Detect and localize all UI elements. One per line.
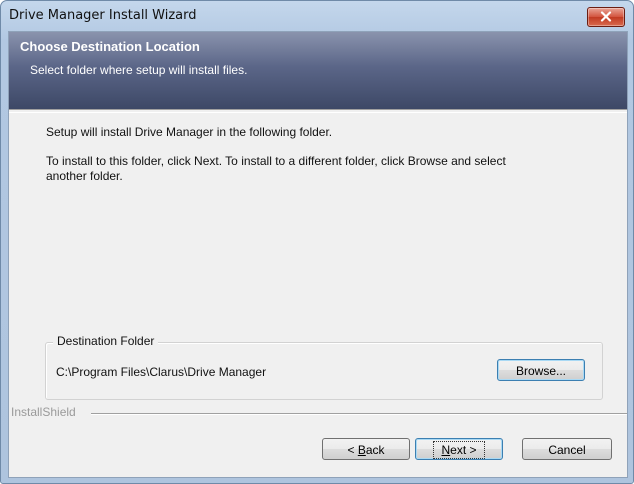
next-button[interactable]: Next > xyxy=(415,438,503,460)
back-prefix: < xyxy=(347,443,358,457)
instruction-text-line2: another folder. xyxy=(46,169,123,183)
browse-button[interactable]: Browse... xyxy=(497,359,585,381)
installshield-brand-row: InstallShield xyxy=(9,405,627,419)
header-subtitle: Select folder where setup will install f… xyxy=(30,63,248,77)
destination-folder-label: Destination Folder xyxy=(53,334,159,348)
close-button[interactable] xyxy=(587,7,625,27)
next-rest: ext > xyxy=(450,443,477,457)
back-rest: ack xyxy=(365,443,385,457)
back-mnemonic: B xyxy=(357,443,366,457)
destination-path: C:\Program Files\Clarus\Drive Manager xyxy=(56,365,267,379)
header-title: Choose Destination Location xyxy=(20,39,200,54)
installshield-brand: InstallShield xyxy=(11,405,76,419)
brand-divider xyxy=(91,413,627,415)
install-location-text: Setup will install Drive Manager in the … xyxy=(46,125,333,139)
instruction-text-line1: To install to this folder, click Next. T… xyxy=(46,154,506,168)
window-title: Drive Manager Install Wizard xyxy=(9,8,197,23)
installer-window: Drive Manager Install Wizard Choose Dest… xyxy=(0,0,634,484)
title-bar[interactable]: Drive Manager Install Wizard xyxy=(1,1,633,31)
wizard-header-banner: Choose Destination Location Select folde… xyxy=(9,32,627,109)
dialog-client-area: Choose Destination Location Select folde… xyxy=(8,31,628,478)
browse-button-label: Browse... xyxy=(515,364,566,378)
close-icon xyxy=(600,11,612,22)
next-button-label: Next > xyxy=(433,441,485,459)
cancel-button[interactable]: Cancel xyxy=(522,438,612,460)
back-button-label: < Back xyxy=(347,439,384,461)
cancel-button-label: Cancel xyxy=(548,443,586,457)
back-button[interactable]: < Back xyxy=(322,438,410,460)
next-mnemonic: N xyxy=(441,443,451,457)
header-divider xyxy=(9,109,627,113)
